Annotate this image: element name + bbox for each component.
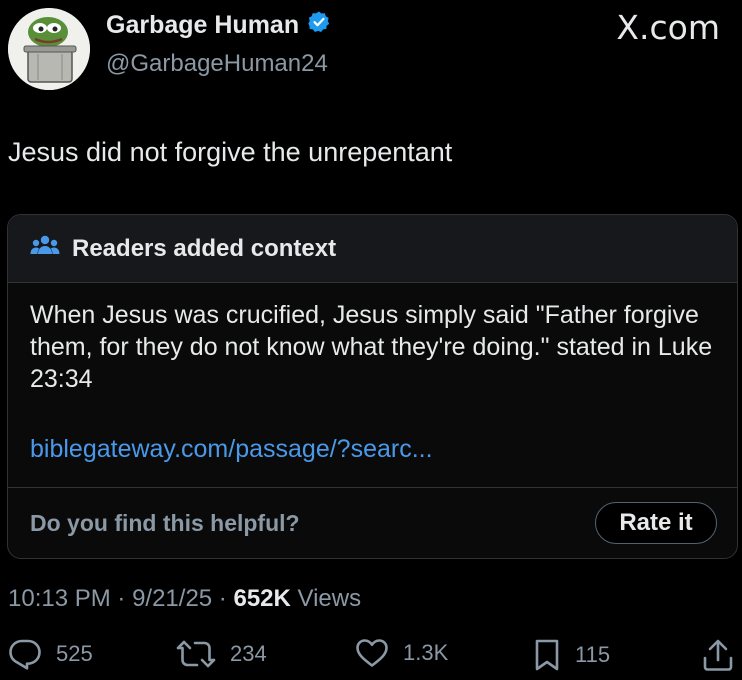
meta-separator: · [212,585,234,612]
bookmark-count: 115 [575,642,611,667]
tweet-text: Jesus did not forgive the unrepentant [8,137,453,167]
avatar[interactable] [8,8,90,90]
like-count: 1.3K [403,640,449,665]
community-note: Readers added context When Jesus was cru… [7,214,738,559]
action-bar: 525 234 1.3K 115 [0,636,742,680]
handle[interactable]: @GarbageHuman24 [106,50,328,78]
views-count: 652K [233,585,291,612]
reply-button[interactable]: 525 [8,638,93,670]
note-title: Readers added context [72,234,337,262]
bookmark-icon [533,638,561,672]
note-source-link[interactable]: biblegateway.com/passage/?searc... [30,435,433,464]
like-button[interactable]: 1.3K [355,638,448,668]
note-footer: Do you find this helpful? Rate it [8,487,737,559]
note-body: When Jesus was crucified, Jesus simply s… [30,301,713,393]
tweet-time[interactable]: 10:13 PM [8,585,111,612]
verified-badge-icon [307,10,331,41]
repost-count: 234 [230,641,267,666]
people-icon [30,234,60,263]
reply-count: 525 [56,641,93,666]
heart-icon [355,638,389,668]
repost-button[interactable]: 234 [176,638,267,670]
tweet-meta: 10:13 PM · 9/21/25 · 652K Views [8,585,361,613]
note-header: Readers added context [8,215,737,283]
bookmark-button[interactable]: 115 [533,638,610,672]
reply-icon [8,638,42,670]
meta-separator: · [110,585,133,612]
tweet-date[interactable]: 9/21/25 [132,585,212,612]
helpful-prompt: Do you find this helpful? [30,510,300,536]
display-name-text[interactable]: Garbage Human [106,11,299,40]
display-name[interactable]: Garbage Human [106,10,331,41]
brand-logo: X.com [616,8,720,47]
rate-it-button[interactable]: Rate it [595,502,717,544]
views-label: Views [290,585,362,612]
share-button[interactable] [702,638,734,672]
repost-icon [176,638,216,670]
share-icon [702,638,734,672]
